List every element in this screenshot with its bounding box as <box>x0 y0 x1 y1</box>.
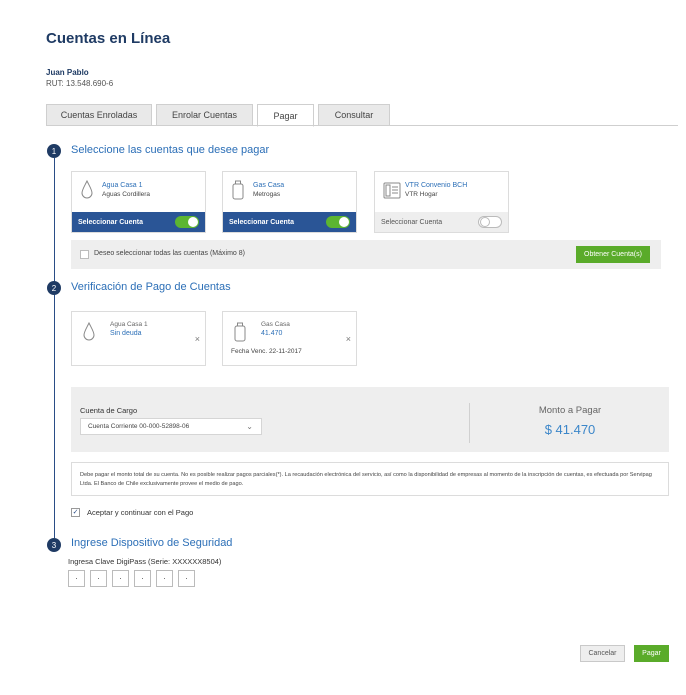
step-2-title: Verificación de Pago de Cuentas <box>71 281 231 293</box>
due-date: Fecha Venc. 22-11-2017 <box>231 348 302 355</box>
close-icon[interactable]: × <box>346 334 351 344</box>
telephone-icon <box>383 182 401 199</box>
cancel-button[interactable]: Cancelar <box>580 645 625 662</box>
verification-name: Gas Casa <box>261 321 290 328</box>
chevron-down-icon: ⌄ <box>246 422 253 431</box>
tabs-divider <box>46 125 678 126</box>
select-account-bar: Seleccionar Cuenta <box>72 212 205 232</box>
verification-card-agua: Agua Casa 1 Sin deuda × <box>71 311 206 366</box>
step-1-title: Seleccione las cuentas que desee pagar <box>71 144 270 156</box>
account-provider: Metrogas <box>253 191 281 198</box>
verification-card-gas: Gas Casa 41.470 × Fecha Venc. 22-11-2017 <box>222 311 357 366</box>
pay-button[interactable]: Pagar <box>634 645 669 662</box>
payment-panel: Cuenta de Cargo Cuenta Corriente 00-000-… <box>71 387 669 452</box>
payment-divider <box>469 403 470 443</box>
accept-checkbox[interactable]: ✓ <box>71 508 80 517</box>
digipass-digit-input[interactable]: · <box>134 570 151 587</box>
verification-value: 41.470 <box>261 330 283 337</box>
cuenta-cargo-select[interactable]: Cuenta Corriente 00-000-52898-06 ⌄ <box>80 418 262 435</box>
step-3-badge: 3 <box>47 538 61 552</box>
digipass-digit-input[interactable]: · <box>68 570 85 587</box>
toggle-knob <box>480 217 490 227</box>
select-account-bar: Seleccionar Cuenta <box>375 212 508 232</box>
tab-pagar[interactable]: Pagar <box>257 104 314 127</box>
user-rut: RUT: 13.548.690-6 <box>46 79 114 88</box>
verification-name: Agua Casa 1 <box>110 321 148 328</box>
account-name: VTR Convenio BCH <box>405 182 468 189</box>
disclaimer-text: Debe pagar el monto total de su cuenta. … <box>71 462 669 496</box>
account-name: Gas Casa <box>253 182 285 189</box>
verification-value: Sin deuda <box>110 330 142 337</box>
account-card-gas: Gas Casa Metrogas Seleccionar Cuenta <box>222 171 357 233</box>
select-all-checkbox[interactable] <box>80 250 89 259</box>
gas-cylinder-icon <box>234 322 246 342</box>
accept-label: Aceptar y continuar con el Pago <box>87 508 194 517</box>
select-account-toggle[interactable] <box>326 216 350 228</box>
step-1-badge: 1 <box>47 144 61 158</box>
digipass-digit-input[interactable]: · <box>178 570 195 587</box>
page-title: Cuentas en Línea <box>46 30 171 47</box>
select-account-bar: Seleccionar Cuenta <box>223 212 356 232</box>
tab-cuentas-enroladas[interactable]: Cuentas Enroladas <box>46 104 152 126</box>
tab-consultar[interactable]: Consultar <box>318 104 390 126</box>
digipass-label: Ingresa Clave DigiPass (Serie: XXXXXX850… <box>68 557 222 566</box>
account-provider: VTR Hogar <box>405 191 438 198</box>
digipass-digit-input[interactable]: · <box>90 570 107 587</box>
select-account-toggle[interactable] <box>478 216 502 228</box>
user-name: Juan Pablo <box>46 68 89 77</box>
toggle-knob <box>188 217 198 227</box>
cuenta-cargo-value: Cuenta Corriente 00-000-52898-06 <box>88 423 190 430</box>
close-icon[interactable]: × <box>195 334 200 344</box>
step-3-title: Ingrese Dispositivo de Seguridad <box>71 537 233 549</box>
select-account-label: Seleccionar Cuenta <box>381 218 443 226</box>
monto-value: $ 41.470 <box>544 422 596 437</box>
account-provider: Aguas Cordillera <box>102 191 151 198</box>
obtener-cuentas-button[interactable]: Obtener Cuenta(s) <box>576 246 650 263</box>
account-card-agua: Agua Casa 1 Aguas Cordillera Seleccionar… <box>71 171 206 233</box>
select-account-label: Seleccionar Cuenta <box>78 218 143 226</box>
account-name: Agua Casa 1 <box>102 182 143 189</box>
steps-timeline <box>54 158 55 538</box>
toggle-knob <box>339 217 349 227</box>
gas-cylinder-icon <box>232 180 244 200</box>
select-all-label: Deseo seleccionar todas las cuentas (Máx… <box>94 250 245 257</box>
account-card-vtr: VTR Convenio BCH VTR Hogar Seleccionar C… <box>374 171 509 233</box>
water-drop-icon <box>83 322 95 341</box>
select-all-panel: Deseo seleccionar todas las cuentas (Máx… <box>71 240 661 269</box>
cuenta-cargo-label: Cuenta de Cargo <box>80 406 138 415</box>
step-2-badge: 2 <box>47 281 61 295</box>
water-drop-icon <box>81 180 93 199</box>
select-account-label: Seleccionar Cuenta <box>229 218 294 226</box>
tab-enrolar-cuentas[interactable]: Enrolar Cuentas <box>156 104 253 126</box>
digipass-digit-input[interactable]: · <box>156 570 173 587</box>
select-account-toggle[interactable] <box>175 216 199 228</box>
digipass-digit-input[interactable]: · <box>112 570 129 587</box>
monto-label: Monto a Pagar <box>538 405 602 416</box>
